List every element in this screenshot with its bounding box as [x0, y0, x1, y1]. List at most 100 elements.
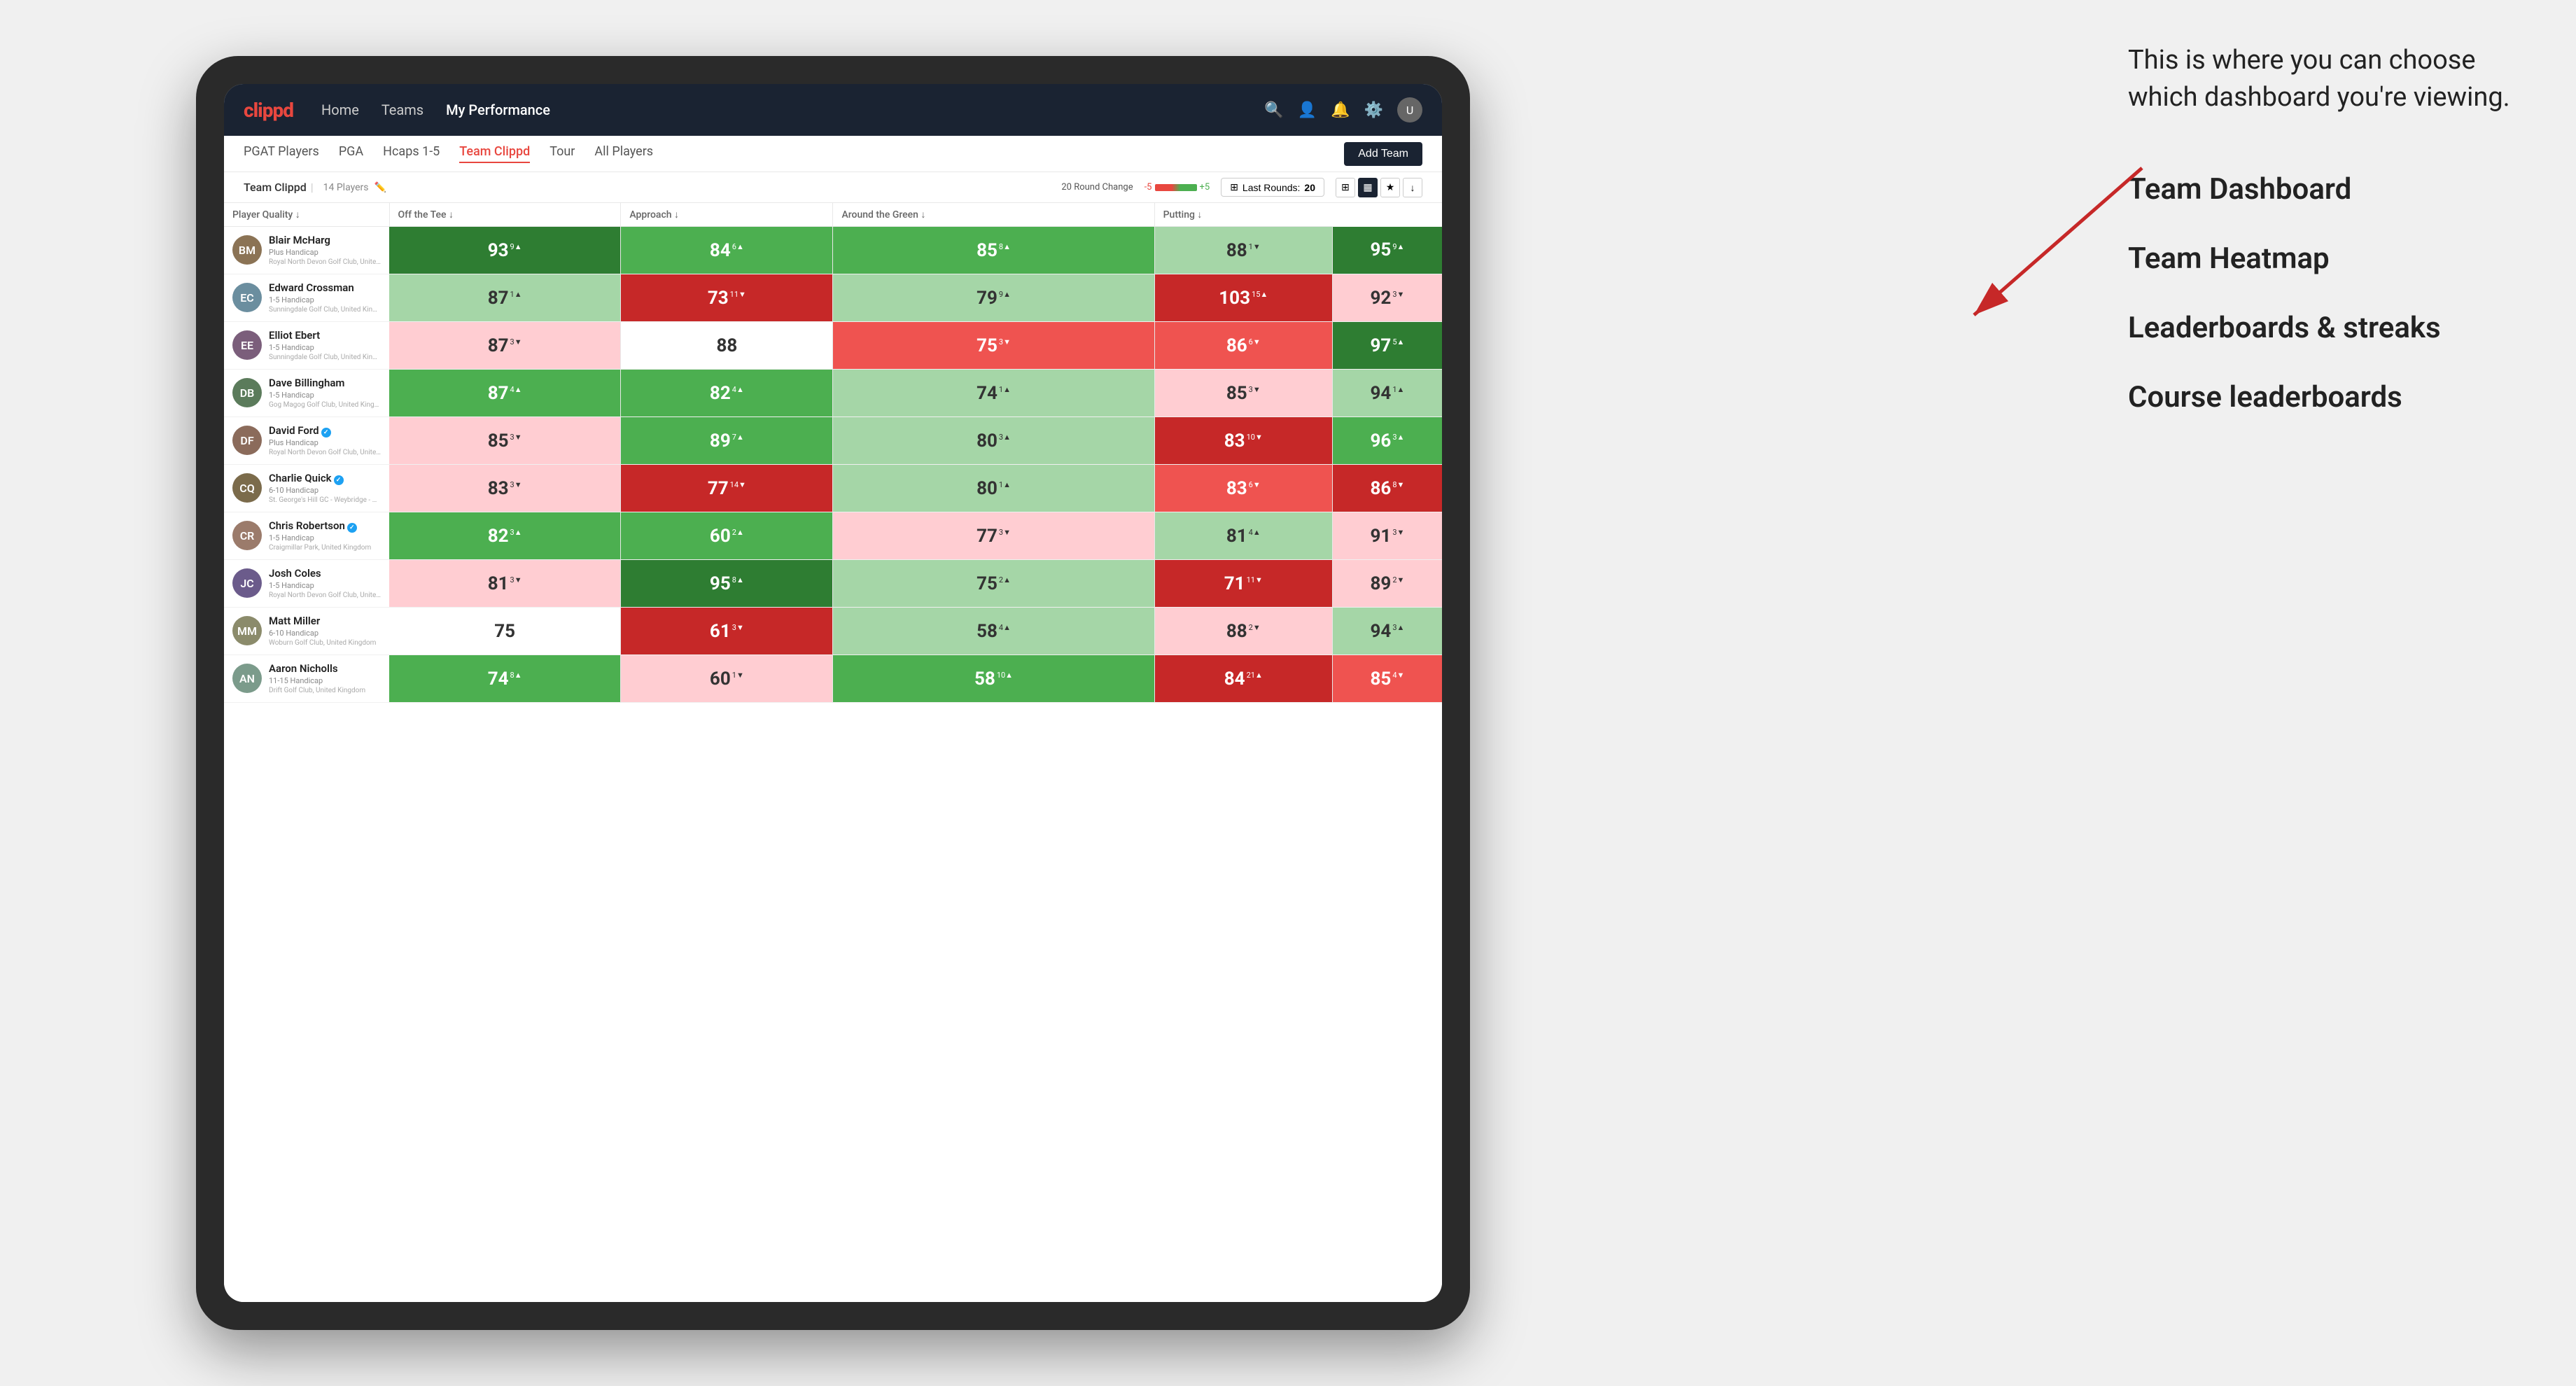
- player-name: Blair McHarg: [269, 234, 381, 248]
- score-cell: 871▲: [389, 274, 621, 322]
- player-club: Sunningdale Golf Club, United Kingdom: [269, 305, 381, 314]
- navbar: clippd Home Teams My Performance 🔍 👤 🔔 ⚙…: [224, 84, 1442, 136]
- settings-icon[interactable]: ⚙️: [1364, 102, 1383, 119]
- player-cell[interactable]: CR Chris Robertson✓ 1-5 Handicap Craigmi…: [224, 512, 389, 560]
- bell-icon[interactable]: 🔔: [1331, 102, 1350, 119]
- nav-link-performance[interactable]: My Performance: [446, 102, 550, 118]
- score-cell: 963▲: [1332, 417, 1442, 465]
- score-cell: 959▲: [1332, 227, 1442, 274]
- table-row: CR Chris Robertson✓ 1-5 Handicap Craigmi…: [224, 512, 1442, 560]
- score-value: 93: [488, 240, 509, 261]
- player-avatar: DB: [232, 378, 262, 407]
- score-value: 82: [710, 383, 731, 404]
- edit-icon[interactable]: ✏️: [374, 182, 386, 193]
- round-change-label: 20 Round Change: [1061, 182, 1133, 192]
- player-name: Edward Crossman: [269, 281, 381, 295]
- last-rounds-button[interactable]: ⊞ Last Rounds: 20: [1221, 178, 1324, 197]
- score-value: 87: [488, 383, 509, 404]
- player-cell[interactable]: DF David Ford✓ Plus Handicap Royal North…: [224, 417, 389, 465]
- tab-hcaps[interactable]: Hcaps 1-5: [383, 144, 440, 163]
- last-rounds-label: Last Rounds:: [1242, 182, 1301, 193]
- dashboard-option: Leaderboards & streaks: [2128, 311, 2534, 345]
- score-cell: 941▲: [1332, 370, 1442, 417]
- player-cell[interactable]: EE Elliot Ebert 1-5 Handicap Sunningdale…: [224, 322, 389, 370]
- table-row: AN Aaron Nicholls 11-15 Handicap Drift G…: [224, 655, 1442, 703]
- list-view-button[interactable]: ▦: [1358, 178, 1378, 197]
- player-cell[interactable]: CQ Charlie Quick✓ 6-10 Handicap St. Geor…: [224, 465, 389, 512]
- player-name: Aaron Nicholls: [269, 662, 365, 676]
- table-row: JC Josh Coles 1-5 Handicap Royal North D…: [224, 560, 1442, 608]
- player-cell[interactable]: BM Blair McHarg Plus Handicap Royal Nort…: [224, 227, 389, 274]
- score-value: 88: [1226, 240, 1247, 261]
- col-around-green: Around the Green ↓: [833, 203, 1154, 227]
- player-name: Dave Billingham: [269, 377, 381, 391]
- score-value: 83: [1224, 430, 1245, 451]
- score-value: 88: [1226, 621, 1247, 642]
- player-club: Drift Golf Club, United Kingdom: [269, 686, 365, 695]
- player-name: Charlie Quick✓: [269, 472, 381, 486]
- annotation-area: This is where you can choose which dashb…: [2128, 42, 2534, 449]
- score-cell: 88: [621, 322, 833, 370]
- dashboard-option: Team Heatmap: [2128, 241, 2534, 276]
- score-cell: 881▼: [1154, 227, 1332, 274]
- nav-logo: clippd: [244, 99, 293, 122]
- player-club: St. George's Hill GC - Weybridge - Surre…: [269, 496, 381, 505]
- avatar[interactable]: U: [1397, 97, 1422, 122]
- tablet-frame: clippd Home Teams My Performance 🔍 👤 🔔 ⚙…: [196, 56, 1470, 1330]
- player-info: Elliot Ebert 1-5 Handicap Sunningdale Go…: [269, 329, 381, 362]
- nav-link-teams[interactable]: Teams: [382, 102, 424, 118]
- tab-pga[interactable]: PGA: [339, 144, 363, 163]
- player-avatar: CQ: [232, 473, 262, 503]
- player-cell[interactable]: MM Matt Miller 6-10 Handicap Woburn Golf…: [224, 608, 389, 655]
- player-avatar: BM: [232, 235, 262, 265]
- col-off-tee: Off the Tee ↓: [389, 203, 621, 227]
- score-cell: 858▲: [833, 227, 1154, 274]
- user-icon[interactable]: 👤: [1298, 102, 1317, 119]
- download-view-button[interactable]: ↓: [1403, 178, 1422, 197]
- player-avatar: MM: [232, 616, 262, 645]
- player-cell[interactable]: DB Dave Billingham 1-5 Handicap Gog Mago…: [224, 370, 389, 417]
- score-cell: 7714▼: [621, 465, 833, 512]
- player-info: Charlie Quick✓ 6-10 Handicap St. George'…: [269, 472, 381, 505]
- grid-view-button[interactable]: ⊞: [1336, 178, 1355, 197]
- score-cell: 868▼: [1332, 465, 1442, 512]
- table-header: Player Quality ↓ Off the Tee ↓ Approach …: [224, 203, 1442, 227]
- verified-icon: ✓: [347, 523, 357, 533]
- score-cell: 882▼: [1154, 608, 1332, 655]
- score-value: 81: [1226, 526, 1247, 547]
- tab-tour[interactable]: Tour: [550, 144, 575, 163]
- score-cell: 854▼: [1332, 655, 1442, 703]
- score-value: 82: [488, 526, 509, 547]
- player-club: Sunningdale Golf Club, United Kingdom: [269, 353, 381, 362]
- table-row: DF David Ford✓ Plus Handicap Royal North…: [224, 417, 1442, 465]
- score-cell: 748▲: [389, 655, 621, 703]
- score-value: 74: [976, 383, 997, 404]
- player-cell[interactable]: EC Edward Crossman 1-5 Handicap Sunningd…: [224, 274, 389, 322]
- score-cell: 874▲: [389, 370, 621, 417]
- subtabs: PGAT Players PGA Hcaps 1-5 Team Clippd T…: [224, 136, 1442, 172]
- player-name: Matt Miller: [269, 615, 376, 629]
- player-handicap: 11-15 Handicap: [269, 676, 365, 686]
- score-cell: 7311▼: [621, 274, 833, 322]
- team-name: Team Clippd: [244, 181, 307, 194]
- score-value: 58: [976, 621, 997, 642]
- star-view-button[interactable]: ★: [1380, 178, 1400, 197]
- score-value: 77: [708, 478, 729, 499]
- add-team-button[interactable]: Add Team: [1344, 142, 1422, 166]
- score-cell: 8310▼: [1154, 417, 1332, 465]
- score-value: 85: [1371, 668, 1392, 690]
- player-cell[interactable]: AN Aaron Nicholls 11-15 Handicap Drift G…: [224, 655, 389, 703]
- player-cell[interactable]: JC Josh Coles 1-5 Handicap Royal North D…: [224, 560, 389, 608]
- player-handicap: 1-5 Handicap: [269, 533, 371, 543]
- data-table: Player Quality ↓ Off the Tee ↓ Approach …: [224, 203, 1442, 703]
- tab-team-clippd[interactable]: Team Clippd: [459, 144, 530, 163]
- score-value: 97: [1371, 335, 1392, 356]
- score-cell: 824▲: [621, 370, 833, 417]
- score-value: 84: [710, 240, 731, 261]
- nav-link-home[interactable]: Home: [321, 102, 359, 118]
- score-value: 74: [488, 668, 509, 690]
- search-icon[interactable]: 🔍: [1264, 102, 1283, 119]
- tab-pgat[interactable]: PGAT Players: [244, 144, 319, 163]
- score-value: 58: [974, 668, 995, 690]
- tab-all-players[interactable]: All Players: [594, 144, 653, 163]
